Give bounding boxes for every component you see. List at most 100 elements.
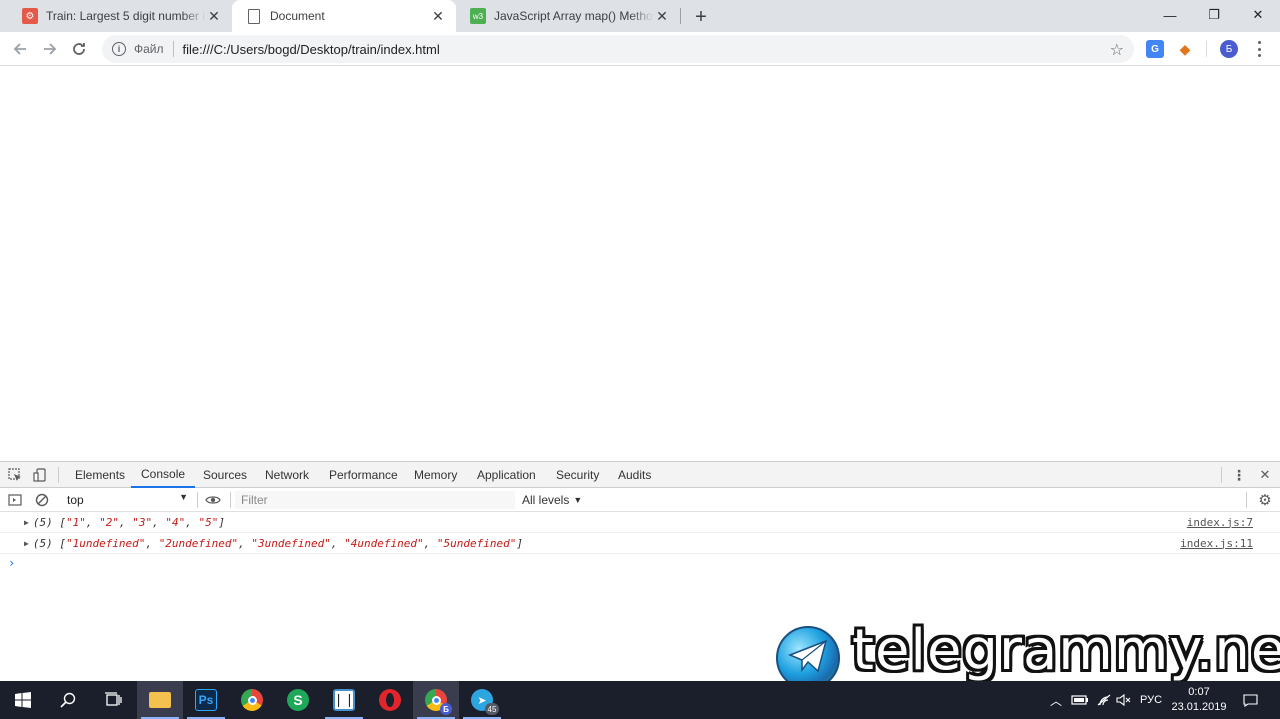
security-label: Файл — [134, 42, 164, 56]
bracket-app-icon: ❘❘ — [333, 689, 355, 711]
dropdown-arrow-icon: ▼ — [573, 495, 583, 505]
profile-badge: Б — [440, 703, 452, 715]
devtools-tabbar: Elements Console Sources Network Perform… — [0, 461, 1280, 488]
search-icon — [60, 692, 76, 708]
console-settings-gear-icon[interactable]: ⚙ — [1257, 492, 1273, 509]
show-hidden-icons-chevron-icon[interactable]: ︿ — [1046, 681, 1066, 719]
search-button[interactable] — [45, 681, 91, 719]
sidebar-toggle-icon[interactable] — [7, 492, 23, 508]
close-icon[interactable]: ✕ — [654, 8, 670, 24]
taskbar-opera[interactable] — [367, 681, 413, 719]
source-link[interactable]: index.js:11 — [1180, 537, 1253, 550]
devtools-tab-network[interactable]: Network — [265, 462, 309, 488]
tab-separator — [680, 8, 681, 24]
browser-menu-icon[interactable] — [1254, 39, 1264, 59]
inspect-element-icon[interactable] — [7, 467, 23, 483]
console-prompt[interactable]: › — [8, 556, 15, 570]
taskbar-chrome[interactable] — [229, 681, 275, 719]
notifications-icon[interactable] — [1238, 681, 1262, 719]
chrome-profile-icon: Б — [425, 689, 452, 715]
volume-muted-icon[interactable] — [1114, 681, 1134, 719]
expand-triangle-icon[interactable]: ▶ — [24, 518, 29, 527]
source-link[interactable]: index.js:7 — [1187, 516, 1253, 529]
devtools-separator — [58, 467, 59, 483]
task-view-button[interactable] — [90, 681, 136, 719]
translate-extension-icon[interactable]: G — [1146, 40, 1164, 58]
tab-document[interactable]: Document ✕ — [232, 0, 456, 32]
info-icon[interactable]: i — [112, 42, 126, 56]
log-levels-dropdown[interactable]: All levels ▼ — [522, 491, 582, 509]
chrome-icon — [241, 689, 263, 711]
opera-icon — [379, 689, 401, 711]
bookmark-star-icon[interactable]: ☆ — [1110, 40, 1124, 60]
expand-triangle-icon[interactable]: ▶ — [24, 539, 29, 548]
console-filter-input[interactable]: Filter — [235, 491, 515, 509]
taskbar-photoshop[interactable]: Ps — [183, 681, 229, 719]
document-icon — [248, 8, 260, 24]
forward-button[interactable] — [37, 36, 63, 62]
devtools-tab-memory[interactable]: Memory — [414, 462, 457, 488]
new-tab-button[interactable]: + — [688, 4, 714, 30]
console-separator — [197, 492, 198, 508]
devtools-close-icon[interactable]: ✕ — [1257, 467, 1273, 483]
devtools-tab-sources[interactable]: Sources — [203, 462, 247, 488]
language-indicator[interactable]: РУС — [1136, 681, 1166, 719]
screen: ⚙ Train: Largest 5 digit number in a ✕ D… — [0, 0, 1280, 719]
devtools-tab-console[interactable]: Console — [131, 462, 196, 488]
battery-icon[interactable] — [1068, 681, 1092, 719]
s-app-icon: S — [287, 689, 309, 711]
taskbar-app-s[interactable]: S — [275, 681, 321, 719]
wifi-icon[interactable] — [1094, 681, 1114, 719]
telegram-icon: ➤ 45 — [471, 689, 499, 715]
codewars-icon: ⚙ — [22, 8, 38, 24]
windows-logo-icon — [15, 692, 31, 708]
reload-button[interactable] — [66, 36, 92, 62]
tab-strip: ⚙ Train: Largest 5 digit number in a ✕ D… — [0, 0, 1280, 32]
browser-toolbar: i Файл file:///C:/Users/bogd/Desktop/tra… — [0, 32, 1280, 66]
devtools-separator — [1221, 467, 1222, 483]
taskbar-chrome-profile[interactable]: Б — [413, 681, 459, 719]
url-text[interactable]: file:///C:/Users/bogd/Desktop/train/inde… — [183, 42, 440, 57]
minimize-button[interactable]: — — [1148, 0, 1192, 30]
log-levels-label: All levels — [522, 493, 570, 507]
devtools-tab-security[interactable]: Security — [556, 462, 599, 488]
paper-plane-icon — [788, 639, 828, 673]
back-button[interactable] — [7, 36, 33, 62]
back-arrow-icon — [13, 43, 26, 55]
profile-avatar[interactable]: Б — [1220, 40, 1238, 58]
close-icon[interactable]: ✕ — [430, 8, 446, 24]
close-window-button[interactable]: ✕ — [1236, 0, 1280, 30]
metamask-extension-icon[interactable]: ◆ — [1176, 40, 1194, 58]
start-button[interactable] — [0, 681, 46, 719]
tab-w3schools[interactable]: w3 JavaScript Array map() Method ✕ — [456, 0, 680, 32]
context-selector[interactable]: top ▼ — [62, 491, 194, 509]
forward-arrow-icon — [44, 43, 57, 55]
devtools-tab-elements[interactable]: Elements — [75, 462, 125, 488]
devtools-menu-icon[interactable]: ⋮ — [1231, 467, 1247, 483]
clear-console-icon[interactable] — [34, 492, 50, 508]
taskbar-file-explorer[interactable] — [137, 681, 183, 719]
taskbar-app-bracket[interactable]: ❘❘ — [321, 681, 367, 719]
device-toolbar-icon[interactable] — [32, 467, 48, 483]
console-message[interactable]: ▶ (5) ["1undefined", "2undefined", "3und… — [0, 533, 1280, 554]
tab-title: JavaScript Array map() Method — [494, 9, 654, 23]
close-icon[interactable]: ✕ — [206, 8, 222, 24]
console-separator — [1246, 492, 1247, 508]
clock[interactable]: 0:07 23.01.2019 — [1168, 685, 1230, 715]
tab-codewars[interactable]: ⚙ Train: Largest 5 digit number in a ✕ — [8, 0, 232, 32]
live-expression-eye-icon[interactable] — [205, 492, 221, 508]
unread-badge: 45 — [485, 703, 499, 715]
folder-icon — [149, 692, 171, 708]
devtools-tab-audits[interactable]: Audits — [618, 462, 651, 488]
toolbar-separator — [1206, 41, 1207, 57]
clock-date: 23.01.2019 — [1171, 701, 1227, 713]
devtools-tab-performance[interactable]: Performance — [329, 462, 398, 488]
devtools-tab-application[interactable]: Application — [477, 462, 536, 488]
maximize-button[interactable]: ❐ — [1192, 0, 1236, 30]
address-bar[interactable]: i Файл file:///C:/Users/bogd/Desktop/tra… — [102, 35, 1134, 63]
console-message[interactable]: ▶ (5) ["1", "2", "3", "4", "5"] index.js… — [0, 512, 1280, 533]
tab-title: Train: Largest 5 digit number in a — [46, 9, 206, 23]
page-viewport — [0, 67, 1280, 461]
taskbar-telegram[interactable]: ➤ 45 — [459, 681, 505, 719]
reload-icon — [73, 43, 85, 55]
